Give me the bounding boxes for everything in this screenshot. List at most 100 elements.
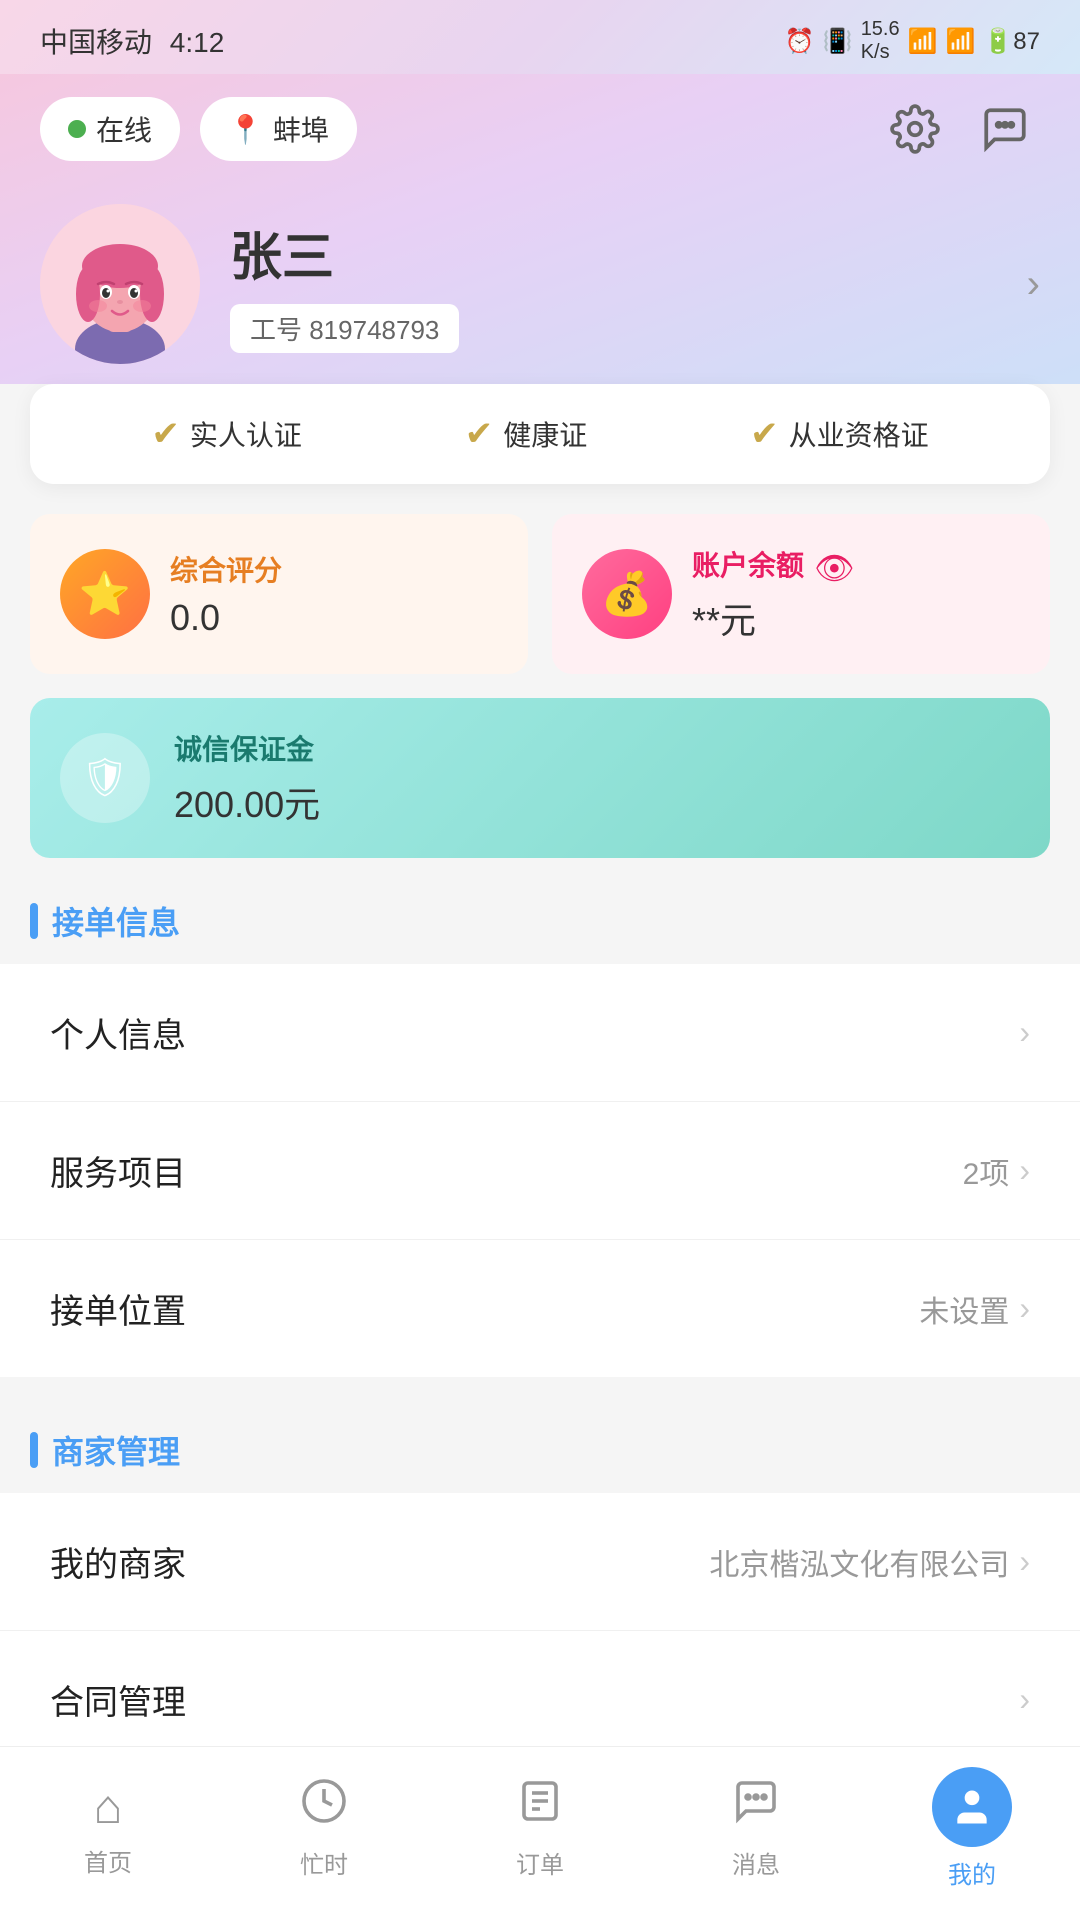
settings-button[interactable] — [880, 94, 950, 164]
balance-icon: 💰 — [601, 570, 653, 619]
wifi-icon: 📶 — [908, 27, 938, 56]
nav-home-label: 首页 — [84, 1843, 132, 1878]
nav-orders[interactable]: 订单 — [460, 1777, 620, 1880]
cert-check-icon-3: ✔ — [750, 414, 779, 454]
merchant-title: 商家管理 — [52, 1427, 180, 1473]
location-pin-icon: 📍 — [228, 113, 263, 146]
deposit-info: 诚信保证金 200.00元 — [174, 728, 320, 828]
cert-health[interactable]: ✔ 健康证 — [465, 414, 588, 454]
profile-info: 张三 工号 819748793 — [230, 215, 997, 353]
orders-icon — [516, 1777, 564, 1837]
contract-label: 合同管理 — [50, 1675, 186, 1724]
balance-info: 账户余额 👁 **元 — [692, 544, 855, 644]
my-merchant-arrow-icon: › — [1019, 1543, 1030, 1580]
rating-label: 综合评分 — [170, 549, 282, 589]
nav-messages[interactable]: 消息 — [676, 1777, 836, 1880]
online-label: 在线 — [96, 109, 152, 149]
top-bar-right — [880, 94, 1040, 164]
vibrate-icon: 📳 — [823, 27, 853, 56]
my-merchant-value: 北京楷泓文化有限公司 — [709, 1540, 1009, 1584]
main-content: ✔ 实人认证 ✔ 健康证 ✔ 从业资格证 ⭐ 综合评分 0.0 💰 — [0, 384, 1080, 1918]
location-arrow-icon: › — [1019, 1290, 1030, 1327]
avatar — [40, 204, 200, 364]
deposit-label: 诚信保证金 — [174, 728, 320, 768]
messages-icon — [732, 1777, 780, 1837]
location-label: 蚌埠 — [273, 109, 329, 149]
location-right: 未设置 › — [919, 1287, 1030, 1331]
rating-icon-wrap: ⭐ — [60, 549, 150, 639]
nav-home[interactable]: ⌂ 首页 — [28, 1780, 188, 1878]
location-value: 未设置 — [919, 1287, 1009, 1331]
status-icons: ⏰ 📳 15.6K/s 📶 📶 🔋87 — [785, 18, 1040, 64]
rating-icon: ⭐ — [79, 570, 131, 619]
balance-card[interactable]: 💰 账户余额 👁 **元 — [552, 514, 1050, 674]
order-info-section-header: 接单信息 — [0, 858, 1080, 954]
my-merchant-label: 我的商家 — [50, 1537, 186, 1586]
services-label: 服务项目 — [50, 1146, 186, 1195]
nav-busy-label: 忙时 — [300, 1845, 348, 1880]
nav-mine[interactable]: 我的 — [892, 1767, 1052, 1890]
battery-icon: 🔋87 — [983, 27, 1040, 56]
mine-icon-bg — [932, 1767, 1012, 1847]
eye-icon[interactable]: 👁 — [814, 549, 855, 587]
services-right: 2项 › — [963, 1149, 1030, 1193]
signal-icon: 📶 — [946, 27, 976, 56]
deposit-value: 200.00元 — [174, 776, 320, 828]
cert-check-icon-1: ✔ — [151, 414, 180, 454]
nav-mine-label: 我的 — [948, 1855, 996, 1890]
cert-real-name[interactable]: ✔ 实人认证 — [151, 414, 302, 454]
deposit-icon-wrap: 🛡 — [60, 733, 150, 823]
balance-label: 账户余额 — [692, 544, 804, 584]
nav-orders-label: 订单 — [516, 1845, 564, 1880]
location-badge[interactable]: 📍 蚌埠 — [200, 97, 357, 161]
merchant-section-header: 商家管理 — [0, 1387, 1080, 1483]
hero-section: 在线 📍 蚌埠 — [0, 74, 1080, 404]
menu-item-location[interactable]: 接单位置 未设置 › — [0, 1240, 1080, 1377]
order-info-title: 接单信息 — [52, 898, 180, 944]
certifications-card: ✔ 实人认证 ✔ 健康证 ✔ 从业资格证 — [30, 384, 1050, 484]
rating-card[interactable]: ⭐ 综合评分 0.0 — [30, 514, 528, 674]
section-bar-merchant — [30, 1432, 38, 1468]
profile-employee-id: 工号 819748793 — [230, 304, 459, 353]
deposit-card[interactable]: 🛡 诚信保证金 200.00元 — [30, 698, 1050, 858]
balance-icon-wrap: 💰 — [582, 549, 672, 639]
alarm-icon: ⏰ — [785, 27, 815, 56]
busy-icon — [300, 1777, 348, 1837]
rating-info: 综合评分 0.0 — [170, 549, 282, 639]
cert-real-name-label: 实人认证 — [190, 414, 302, 454]
location-label: 接单位置 — [50, 1284, 186, 1333]
services-arrow-icon: › — [1019, 1152, 1030, 1189]
order-info-menu: 个人信息 › 服务项目 2项 › 接单位置 未设置 › — [0, 964, 1080, 1377]
balance-label-row: 账户余额 👁 — [692, 544, 855, 592]
stats-grid: ⭐ 综合评分 0.0 💰 账户余额 👁 **元 — [0, 484, 1080, 674]
profile-arrow-icon[interactable]: › — [1027, 262, 1040, 307]
balance-value: **元 — [692, 592, 855, 644]
menu-item-my-merchant[interactable]: 我的商家 北京楷泓文化有限公司 › — [0, 1493, 1080, 1631]
cert-check-icon-2: ✔ — [465, 414, 494, 454]
section-bar-order — [30, 903, 38, 939]
online-badge[interactable]: 在线 — [40, 97, 180, 161]
home-icon: ⌂ — [94, 1780, 123, 1835]
cert-qualification[interactable]: ✔ 从业资格证 — [750, 414, 929, 454]
top-bar: 在线 📍 蚌埠 — [40, 94, 1040, 164]
my-merchant-right: 北京楷泓文化有限公司 › — [709, 1540, 1030, 1584]
merchant-menu: 我的商家 北京楷泓文化有限公司 › 合同管理 › — [0, 1493, 1080, 1768]
cert-health-label: 健康证 — [503, 414, 587, 454]
bottom-nav: ⌂ 首页 忙时 订单 — [0, 1746, 1080, 1920]
support-button[interactable] — [970, 94, 1040, 164]
carrier-time: 中国移动 4:12 — [40, 21, 224, 61]
menu-item-personal-info[interactable]: 个人信息 › — [0, 964, 1080, 1102]
rating-value: 0.0 — [170, 597, 282, 639]
nav-busy[interactable]: 忙时 — [244, 1777, 404, 1880]
top-bar-left: 在线 📍 蚌埠 — [40, 97, 357, 161]
profile-section[interactable]: 张三 工号 819748793 › — [40, 204, 1040, 364]
contract-right: › — [1019, 1681, 1030, 1718]
menu-item-services[interactable]: 服务项目 2项 › — [0, 1102, 1080, 1240]
personal-info-arrow-icon: › — [1019, 1014, 1030, 1051]
profile-name: 张三 — [230, 215, 997, 290]
services-value: 2项 — [963, 1149, 1010, 1193]
nav-messages-label: 消息 — [732, 1845, 780, 1880]
deposit-icon: 🛡 — [81, 756, 129, 800]
personal-info-label: 个人信息 — [50, 1008, 186, 1057]
speed-icon: 15.6K/s — [861, 18, 900, 64]
